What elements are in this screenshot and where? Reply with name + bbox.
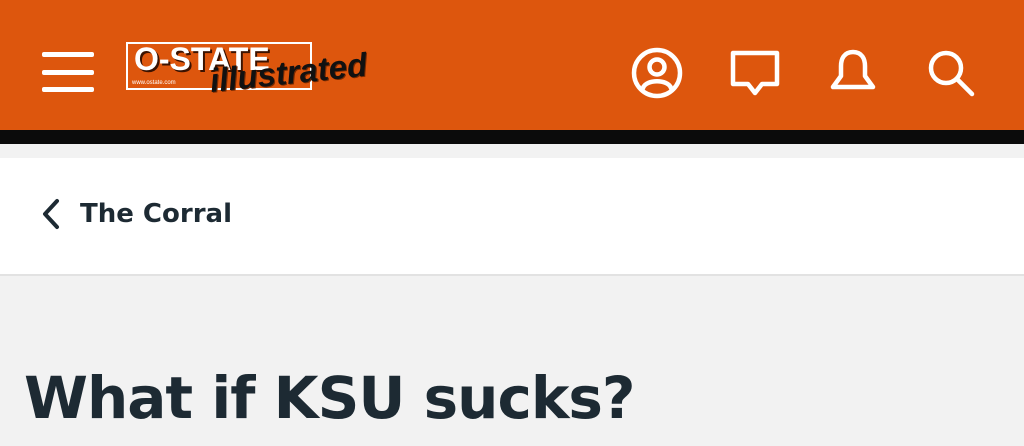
hamburger-menu-icon[interactable]	[42, 52, 94, 92]
chevron-left-icon	[43, 199, 59, 229]
menu-line	[42, 52, 94, 57]
conversations-button[interactable]	[728, 46, 782, 100]
bell-icon	[830, 49, 876, 90]
logo-url-text: www.ostate.com	[132, 80, 176, 86]
menu-line	[42, 87, 94, 92]
site-logo[interactable]: O-STATE www.ostate.com illustrated	[126, 40, 369, 104]
search-icon	[928, 50, 975, 97]
breadcrumb-bar: The Corral	[0, 158, 1024, 276]
breadcrumb-forum-label: The Corral	[80, 199, 232, 229]
menu-line	[42, 69, 94, 75]
user-circle-icon	[631, 47, 683, 99]
profile-button[interactable]	[630, 46, 684, 100]
back-to-forum-link[interactable]: The Corral	[40, 198, 232, 230]
chat-bubble-icon	[730, 50, 780, 96]
thread-title: What if KSU sucks?	[24, 364, 636, 432]
site-header: O-STATE www.ostate.com illustrated	[0, 0, 1024, 144]
notifications-button[interactable]	[826, 46, 880, 100]
search-button[interactable]	[924, 46, 978, 100]
